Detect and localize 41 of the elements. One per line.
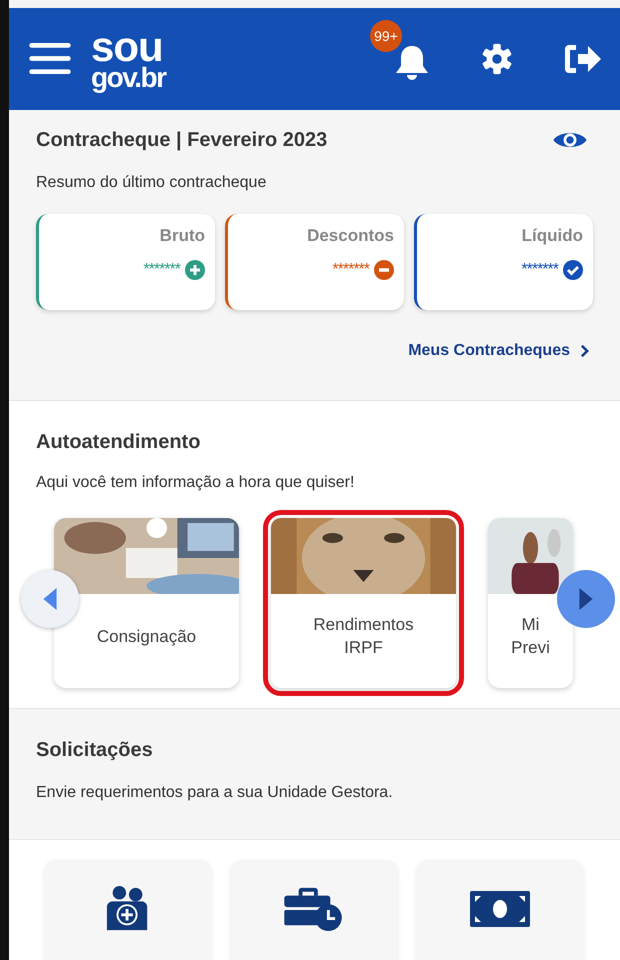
- card-label: Mi: [522, 614, 540, 636]
- section-subtitle: Aqui você tem informação a hora que quiser!: [36, 474, 356, 492]
- service-card[interactable]: Consignação: [54, 518, 239, 688]
- request-tile[interactable]: [230, 860, 398, 960]
- card-label: Líquido: [522, 226, 583, 246]
- chevron-right-icon: [580, 344, 589, 358]
- card-label: IRPF: [344, 637, 383, 659]
- hidden-value: *******: [521, 261, 558, 279]
- section-title: Autoatendimento: [36, 431, 200, 453]
- section-title: Solicitações: [36, 739, 153, 761]
- summary-card[interactable]: Descontos *******: [225, 214, 404, 310]
- notification-badge: 99+: [370, 20, 402, 52]
- caret-right-icon: [579, 588, 593, 610]
- settings-icon[interactable]: [480, 42, 514, 76]
- caret-left-icon: [43, 588, 57, 610]
- request-tile[interactable]: [44, 860, 212, 960]
- payslips-link[interactable]: Meus Contracheques: [408, 342, 589, 360]
- card-label: Descontos: [307, 226, 394, 246]
- service-card[interactable]: Rendimentos IRPF: [271, 518, 456, 688]
- summary-card[interactable]: Bruto *******: [36, 214, 215, 310]
- briefcase-clock-icon: [284, 886, 344, 932]
- previous-button[interactable]: [21, 570, 79, 628]
- card-label: Rendimentos: [313, 614, 414, 636]
- summary-card[interactable]: Líquido *******: [414, 214, 593, 310]
- card-label: Bruto: [160, 226, 205, 246]
- service-card[interactable]: Mi Previ: [488, 518, 573, 688]
- menu-icon[interactable]: [29, 43, 71, 75]
- request-tile[interactable]: [416, 860, 584, 960]
- check-icon: [563, 260, 583, 280]
- card-label: Previ: [511, 637, 550, 659]
- logo-text: gov.br: [91, 65, 166, 90]
- section-title: Contracheque | Fevereiro 2023: [36, 128, 328, 152]
- section-subtitle: Resumo do último contracheque: [36, 174, 268, 192]
- plus-icon: [185, 260, 205, 280]
- logout-icon[interactable]: [562, 42, 602, 76]
- hidden-value: *******: [332, 261, 369, 279]
- minus-icon: [374, 260, 394, 280]
- hidden-value: *******: [143, 261, 180, 279]
- card-label: Consignação: [96, 626, 196, 648]
- section-subtitle: Envie requerimentos para a sua Unidade Gestora.: [36, 784, 394, 802]
- logo-text: sou: [91, 28, 163, 66]
